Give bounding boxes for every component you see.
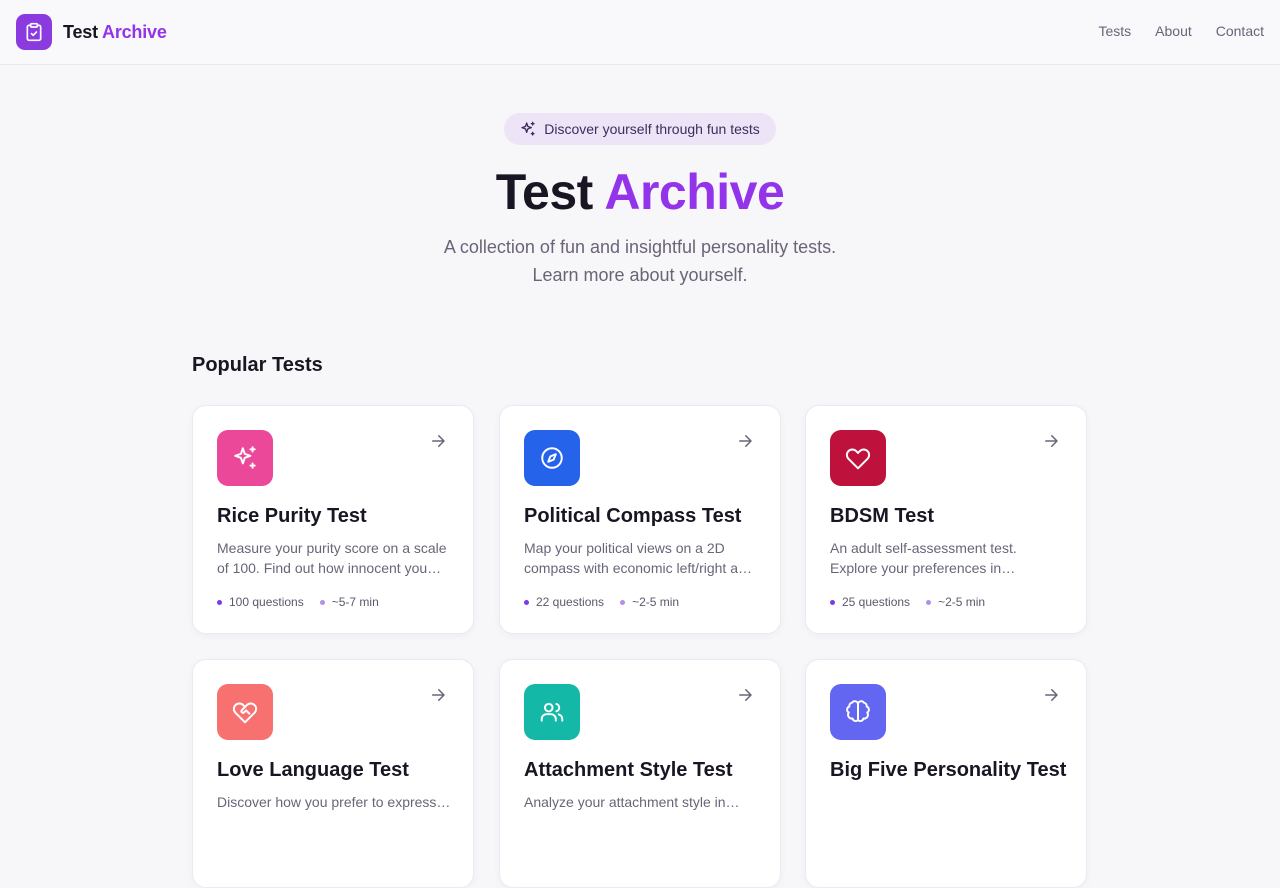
question-count: 100 questions [217, 595, 304, 609]
question-count: 22 questions [524, 595, 604, 609]
test-card-bdsm[interactable]: BDSM Test An adult self-assessment test.… [805, 405, 1087, 634]
test-card-attachment-style[interactable]: Attachment Style Test Analyze your attac… [499, 659, 781, 888]
arrow-right-icon [736, 432, 754, 455]
heart-icon [830, 430, 886, 486]
nav-link-tests[interactable]: Tests [1098, 23, 1131, 39]
sparkles-icon [217, 430, 273, 486]
duration-text: ~2-5 min [632, 595, 680, 609]
compass-icon [524, 430, 580, 486]
hero-title-accent: Archive [604, 164, 785, 220]
brand-name-first: Test [63, 21, 98, 42]
hero-title-first: Test [495, 164, 594, 220]
section-title: Popular Tests [192, 354, 323, 376]
card-description: Map your political views on a 2D compass… [524, 540, 752, 576]
clipboard-check-icon [16, 14, 52, 50]
card-meta: 22 questions ~2-5 min [524, 595, 679, 609]
duration: ~2-5 min [620, 595, 679, 609]
arrow-right-icon [1042, 432, 1060, 455]
card-description: An adult self-assessment test. Explore y… [830, 540, 1017, 576]
card-description: Analyze your attachment style in… [524, 794, 740, 810]
sparkles-icon [521, 121, 535, 136]
card-title: Attachment Style Test [524, 759, 733, 781]
top-navigation-bar: Test Archive Tests About Contact [0, 0, 1280, 65]
arrow-right-icon [736, 686, 754, 709]
card-description: Measure your purity score on a scale of … [217, 540, 447, 576]
nav-link-contact[interactable]: Contact [1216, 23, 1264, 39]
duration-text: ~5-7 min [331, 595, 379, 609]
card-title: Love Language Test [217, 759, 409, 781]
nav-link-about[interactable]: About [1155, 23, 1192, 39]
hero-subtitle-line2: Learn more about yourself. [532, 265, 748, 285]
test-card-love-language[interactable]: Love Language Test Discover how you pref… [192, 659, 474, 888]
question-count-text: 25 questions [842, 595, 911, 609]
test-card-big-five[interactable]: Big Five Personality Test [805, 659, 1087, 888]
heart-handshake-icon [217, 684, 273, 740]
test-card-political-compass[interactable]: Political Compass Test Map your politica… [499, 405, 781, 634]
arrow-right-icon [1042, 686, 1060, 709]
card-description: Discover how you prefer to express… [217, 794, 451, 810]
question-count-text: 22 questions [536, 595, 605, 609]
duration: ~2-5 min [926, 595, 985, 609]
card-meta: 100 questions ~5-7 min [217, 595, 379, 609]
card-title: BDSM Test [830, 505, 935, 527]
brand-name-accent: Archive [102, 21, 167, 42]
question-count: 25 questions [830, 595, 910, 609]
question-count-text: 100 questions [229, 595, 304, 609]
card-title: Political Compass Test [524, 505, 742, 527]
hero-subtitle: A collection of fun and insightful perso… [390, 233, 890, 289]
duration-text: ~2-5 min [938, 595, 986, 609]
brand-link[interactable]: Test Archive [16, 14, 167, 50]
arrow-right-icon [429, 686, 447, 709]
hero-badge: Discover yourself through fun tests [504, 113, 776, 145]
duration: ~5-7 min [319, 595, 379, 609]
hero-title: Test Archive [0, 163, 1280, 221]
card-title: Rice Purity Test [217, 505, 367, 527]
card-meta: 25 questions ~2-5 min [830, 595, 985, 609]
brand-name: Test Archive [63, 22, 167, 43]
main-nav: Tests About Contact [1098, 23, 1264, 39]
test-card-rice-purity[interactable]: Rice Purity Test Measure your purity sco… [192, 405, 474, 634]
users-icon [524, 684, 580, 740]
brain-icon [830, 684, 886, 740]
hero-badge-text: Discover yourself through fun tests [544, 121, 760, 137]
card-title: Big Five Personality Test [830, 759, 1067, 781]
hero-subtitle-line1: A collection of fun and insightful perso… [443, 237, 837, 257]
arrow-right-icon [429, 432, 447, 455]
